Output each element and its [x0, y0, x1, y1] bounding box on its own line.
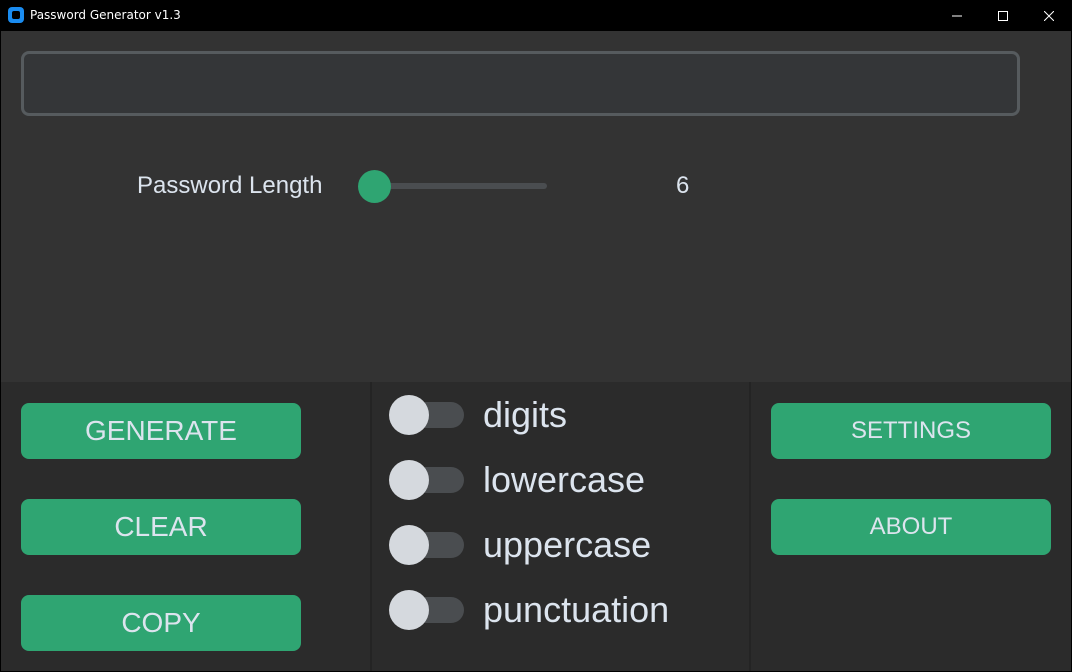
- uppercase-switch[interactable]: [389, 525, 465, 565]
- copy-button[interactable]: COPY: [21, 595, 301, 651]
- password-length-value: 6: [676, 172, 690, 199]
- close-icon: [1044, 10, 1054, 21]
- close-button[interactable]: [1026, 0, 1072, 31]
- generate-button[interactable]: GENERATE: [21, 403, 301, 459]
- app-icon: [8, 7, 24, 23]
- password-output-field[interactable]: [21, 51, 1020, 116]
- lowercase-switch[interactable]: [389, 460, 465, 500]
- switch-knob: [389, 460, 429, 500]
- window-title: Password Generator v1.3: [30, 8, 181, 22]
- minimize-button[interactable]: [934, 0, 980, 31]
- uppercase-label: uppercase: [483, 524, 652, 565]
- menu-panel: SETTINGS ABOUT: [751, 382, 1071, 671]
- clear-button[interactable]: CLEAR: [21, 499, 301, 555]
- punctuation-switch[interactable]: [389, 590, 465, 630]
- lowercase-label: lowercase: [483, 459, 646, 500]
- password-length-slider[interactable]: [372, 183, 547, 189]
- maximize-icon: [998, 10, 1008, 21]
- password-length-label: Password Length: [137, 172, 323, 199]
- app-window: Password Length 6 GENERATE CLEAR COPY di…: [1, 31, 1071, 671]
- title-bar: Password Generator v1.3: [0, 0, 1072, 31]
- punctuation-label: punctuation: [483, 589, 670, 630]
- top-panel: Password Length 6: [1, 31, 1071, 382]
- maximize-button[interactable]: [980, 0, 1026, 31]
- minimize-icon: [952, 15, 962, 16]
- options-panel: digits lowercase uppercase punctuation: [372, 382, 749, 671]
- settings-button[interactable]: SETTINGS: [771, 403, 1051, 459]
- switch-knob: [389, 395, 429, 435]
- switch-knob: [389, 590, 429, 630]
- action-panel: GENERATE CLEAR COPY: [1, 382, 370, 671]
- about-button[interactable]: ABOUT: [771, 499, 1051, 555]
- slider-handle[interactable]: [358, 170, 391, 203]
- digits-label: digits: [483, 394, 568, 435]
- digits-switch[interactable]: [389, 395, 465, 435]
- switch-knob: [389, 525, 429, 565]
